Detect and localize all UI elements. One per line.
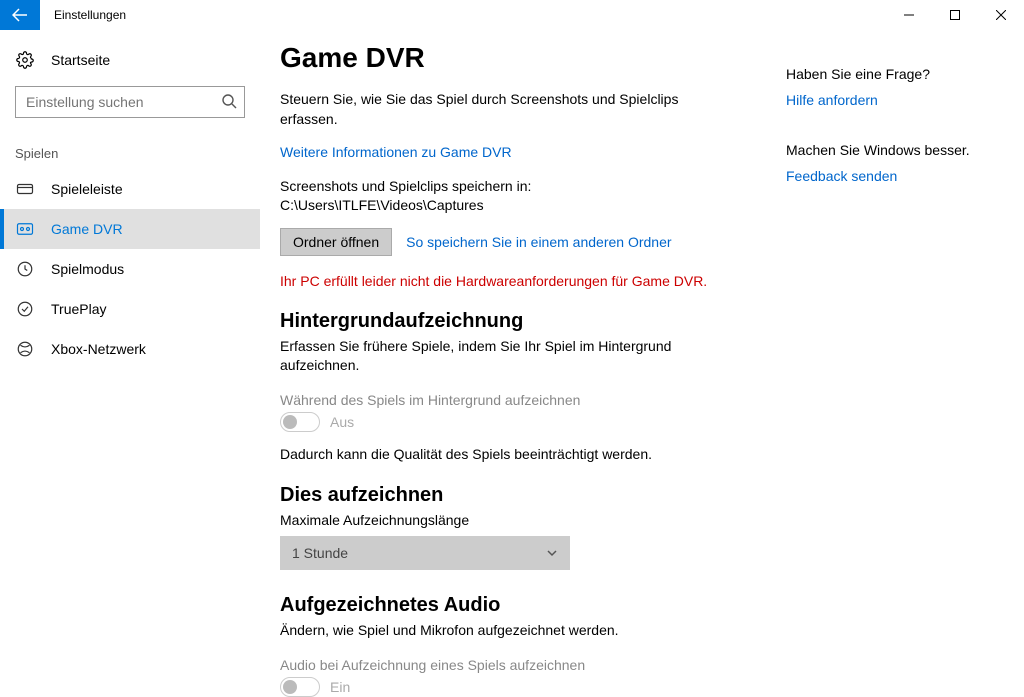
feedback-link[interactable]: Feedback senden xyxy=(786,168,996,184)
sidebar-item-game-dvr[interactable]: Game DVR xyxy=(0,209,260,249)
sidebar-item-spieleleiste[interactable]: Spieleleiste xyxy=(0,169,260,209)
sidebar: Startseite Spielen Spieleleiste Game DVR xyxy=(0,30,260,640)
improve-heading: Machen Sie Windows besser. xyxy=(786,142,996,158)
page-title: Game DVR xyxy=(280,42,760,74)
help-heading: Haben Sie eine Frage? xyxy=(786,66,996,82)
save-path-text: Screenshots und Spielclips speichern in:… xyxy=(280,177,730,216)
window-title: Einstellungen xyxy=(54,8,126,22)
chevron-down-icon xyxy=(546,547,558,559)
record-subtext: Maximale Aufzeichnungslänge xyxy=(280,511,720,531)
gear-icon xyxy=(15,51,35,69)
audio-record-toggle[interactable] xyxy=(280,677,320,697)
audio-toggle-state: Ein xyxy=(330,679,350,695)
hardware-warning: Ihr PC erfüllt leider nicht die Hardware… xyxy=(280,272,760,292)
more-info-link[interactable]: Weitere Informationen zu Game DVR xyxy=(280,143,730,163)
minimize-button[interactable] xyxy=(886,0,932,30)
trueplay-icon xyxy=(15,300,35,318)
audio-heading: Aufgezeichnetes Audio xyxy=(280,594,760,617)
search-icon xyxy=(221,93,237,109)
sidebar-home-label: Startseite xyxy=(51,52,110,68)
sidebar-item-label: Spieleleiste xyxy=(51,181,123,197)
content-area: Game DVR Steuern Sie, wie Sie das Spiel … xyxy=(280,42,760,640)
sidebar-item-xbox-netzwerk[interactable]: Xbox-Netzwerk xyxy=(0,329,260,369)
back-button[interactable] xyxy=(0,0,40,30)
bg-option-label: Während des Spiels im Hintergrund aufzei… xyxy=(280,392,760,408)
bg-note: Dadurch kann die Qualität des Spiels bee… xyxy=(280,446,760,462)
help-panel: Haben Sie eine Frage? Hilfe anfordern Ma… xyxy=(786,42,996,640)
dvr-icon xyxy=(15,220,35,238)
sidebar-item-label: Xbox-Netzwerk xyxy=(51,341,146,357)
gamemode-icon xyxy=(15,260,35,278)
sidebar-item-spielmodus[interactable]: Spielmodus xyxy=(0,249,260,289)
gamebar-icon xyxy=(15,180,35,198)
xbox-icon xyxy=(15,340,35,358)
bg-toggle-state: Aus xyxy=(330,414,354,430)
audio-option-label: Audio bei Aufzeichnung eines Spiels aufz… xyxy=(280,657,760,673)
intro-text: Steuern Sie, wie Sie das Spiel durch Scr… xyxy=(280,90,730,129)
sidebar-item-label: Spielmodus xyxy=(51,261,124,277)
bg-heading: Hintergrundaufzeichnung xyxy=(280,310,760,333)
get-help-link[interactable]: Hilfe anfordern xyxy=(786,92,996,108)
max-length-select[interactable]: 1 Stunde xyxy=(280,536,570,570)
sidebar-item-label: Game DVR xyxy=(51,221,123,237)
close-button[interactable] xyxy=(978,0,1024,30)
sidebar-item-trueplay[interactable]: TruePlay xyxy=(0,289,260,329)
max-length-value: 1 Stunde xyxy=(292,545,348,561)
maximize-button[interactable] xyxy=(932,0,978,30)
save-elsewhere-link[interactable]: So speichern Sie in einem anderen Ordner xyxy=(406,234,671,250)
record-heading: Dies aufzeichnen xyxy=(280,484,760,507)
open-folder-button[interactable]: Ordner öffnen xyxy=(280,228,392,256)
search-input[interactable] xyxy=(15,86,245,118)
sidebar-item-label: TruePlay xyxy=(51,301,107,317)
bg-record-toggle[interactable] xyxy=(280,412,320,432)
sidebar-home[interactable]: Startseite xyxy=(0,40,260,80)
sidebar-group-label: Spielen xyxy=(0,118,260,169)
bg-subtext: Erfassen Sie frühere Spiele, indem Sie I… xyxy=(280,337,720,376)
audio-subtext: Ändern, wie Spiel und Mikrofon aufgezeic… xyxy=(280,621,720,641)
